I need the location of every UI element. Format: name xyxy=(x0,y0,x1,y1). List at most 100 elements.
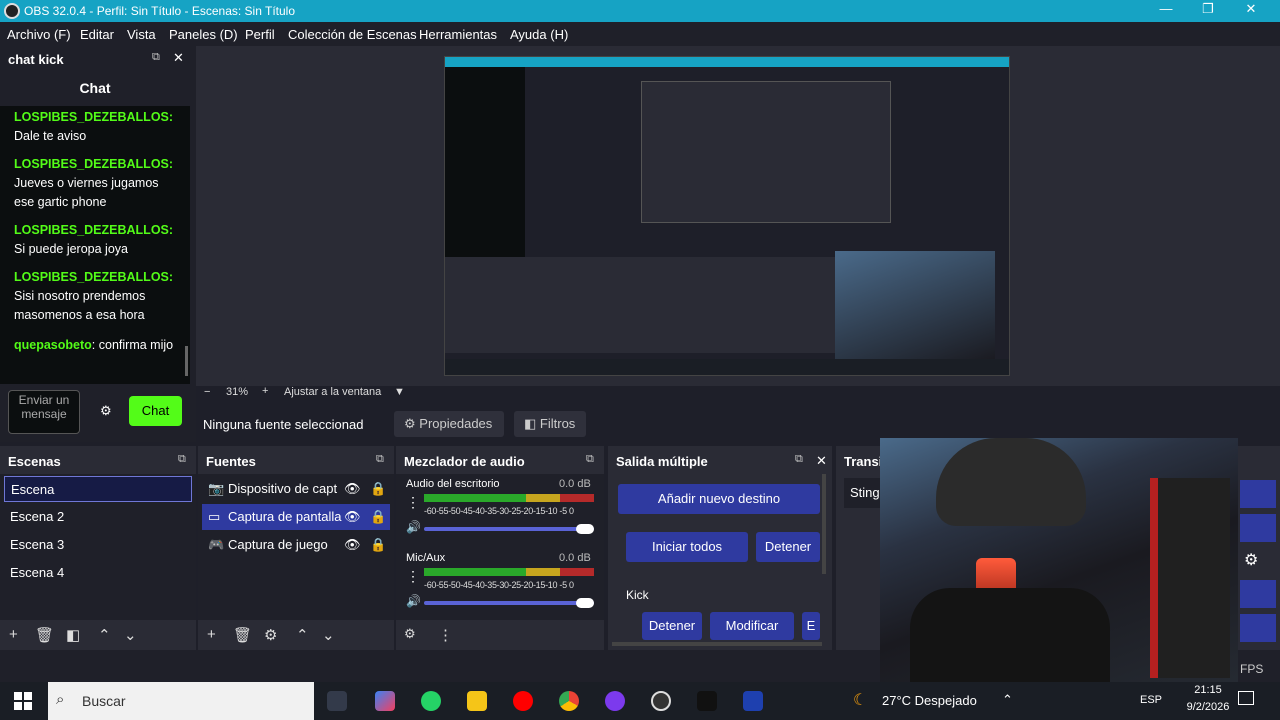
scrollbar[interactable] xyxy=(822,474,826,574)
discord-icon[interactable] xyxy=(605,691,625,711)
trash-icon[interactable]: 🗑 xyxy=(233,626,252,644)
chevron-up-icon[interactable]: ⌃ xyxy=(1002,692,1013,708)
volume-fader[interactable] xyxy=(424,524,594,534)
undock-icon[interactable]: ⧉ xyxy=(152,51,160,64)
gear-icon[interactable]: ⚙ xyxy=(264,626,277,644)
mixer-channels: Audio del escritorio 0.0 dB ⋮ -60-55-50-… xyxy=(396,474,604,620)
more-vert-icon[interactable]: ⋮ xyxy=(438,626,453,644)
undock-icon[interactable]: ⧉ xyxy=(795,453,803,466)
more-vert-icon[interactable]: ⋮ xyxy=(406,568,420,585)
menu-editar[interactable]: Editar xyxy=(80,27,114,42)
language-indicator[interactable]: ESP xyxy=(1140,694,1162,706)
undock-icon[interactable]: ⧉ xyxy=(586,453,594,466)
move-up-icon[interactable]: ⌃ xyxy=(98,626,111,644)
menu-paneles[interactable]: Paneles (D) xyxy=(169,27,238,42)
move-down-icon[interactable]: ⌄ xyxy=(124,626,137,644)
trash-icon[interactable]: 🗑 xyxy=(35,626,54,644)
chat-text: confirma mijo xyxy=(98,338,174,352)
undock-icon[interactable]: ⧉ xyxy=(376,453,384,466)
stop-all-button[interactable]: Detener xyxy=(756,532,820,562)
menu-coleccion-escenas[interactable]: Colección de Escenas xyxy=(288,27,417,42)
menu-ayuda[interactable]: Ayuda (H) xyxy=(510,27,568,42)
source-item[interactable]: ▭ Captura de pantalla 👁 🔒 xyxy=(202,504,390,530)
eye-icon[interactable]: 👁 xyxy=(344,532,361,558)
close-button[interactable]: ✕ xyxy=(1241,1,1261,17)
clock-time[interactable]: 21:15 xyxy=(1180,684,1236,696)
filter-icon[interactable]: ◧ xyxy=(66,626,80,644)
scene-item[interactable]: Escena 4 xyxy=(4,560,192,586)
weather-text[interactable]: 27°C Despejado xyxy=(882,693,977,708)
windows-start-icon[interactable] xyxy=(14,692,32,710)
chair-shape xyxy=(1150,478,1230,678)
menu-herramientas[interactable]: Herramientas xyxy=(419,27,497,42)
gear-icon[interactable]: ⚙ xyxy=(1244,550,1258,570)
chat-message: LOSPIBES_DEZEBALLOS: Dale te aviso xyxy=(14,108,174,146)
audio-app-icon[interactable] xyxy=(697,691,717,711)
minimize-button[interactable]: — xyxy=(1156,1,1176,16)
scene-item[interactable]: Escena 3 xyxy=(4,532,192,558)
add-icon[interactable]: + xyxy=(9,626,18,643)
source-item[interactable]: 📷 Dispositivo de capt 👁 🔒 xyxy=(202,476,390,502)
maximize-button[interactable]: ❐ xyxy=(1198,1,1218,17)
close-dock-icon[interactable]: ✕ xyxy=(173,50,184,66)
eye-icon[interactable]: 👁 xyxy=(344,504,361,530)
more-vert-icon[interactable]: ⋮ xyxy=(406,494,420,511)
chevron-down-icon[interactable]: ▼ xyxy=(394,386,405,398)
fader-handle[interactable] xyxy=(576,524,594,534)
task-view-icon[interactable] xyxy=(327,691,347,711)
transition-button[interactable] xyxy=(1240,514,1276,542)
chat-send-button[interactable]: Chat xyxy=(129,396,182,426)
move-down-icon[interactable]: ⌄ xyxy=(322,626,335,644)
scene-item[interactable]: Escena 2 xyxy=(4,504,192,530)
transition-select[interactable]: Stinge xyxy=(844,478,884,508)
youtube-icon[interactable] xyxy=(513,691,533,711)
menu-vista[interactable]: Vista xyxy=(127,27,156,42)
obs-taskbar-icon[interactable] xyxy=(651,691,671,711)
copilot-icon[interactable] xyxy=(375,691,395,711)
preview-canvas[interactable] xyxy=(444,56,1010,376)
transition-button[interactable] xyxy=(1240,580,1276,608)
scene-item[interactable]: Escena xyxy=(4,476,192,502)
search-icon: ⌕ xyxy=(56,691,65,708)
fader-handle[interactable] xyxy=(576,598,594,608)
chat-scrollbar[interactable] xyxy=(185,346,188,376)
move-up-icon[interactable]: ⌃ xyxy=(296,626,309,644)
lock-icon[interactable]: 🔒 xyxy=(370,476,386,502)
whatsapp-icon[interactable] xyxy=(421,691,441,711)
h-scrollbar[interactable] xyxy=(612,642,822,646)
filters-button[interactable]: ◧ Filtros xyxy=(514,411,586,437)
modify-target-button[interactable]: Modificar xyxy=(710,612,794,640)
zoom-out-button[interactable]: − xyxy=(204,386,210,398)
stop-target-button[interactable]: Detener xyxy=(642,612,702,640)
notifications-icon[interactable] xyxy=(1238,691,1254,705)
start-all-button[interactable]: Iniciar todos xyxy=(626,532,748,562)
clock-date[interactable]: 9/2/2026 xyxy=(1180,701,1236,713)
zoom-in-button[interactable]: + xyxy=(262,385,268,397)
undock-icon[interactable]: ⧉ xyxy=(178,453,186,466)
transition-button[interactable] xyxy=(1240,480,1276,508)
properties-button[interactable]: ⚙ Propiedades xyxy=(394,411,504,437)
eye-icon[interactable]: 👁 xyxy=(344,476,361,502)
source-item[interactable]: 🎮 Captura de juego 👁 🔒 xyxy=(202,532,390,558)
speaker-icon[interactable]: 🔊 xyxy=(406,594,421,608)
add-icon[interactable]: + xyxy=(207,626,216,643)
menu-perfil[interactable]: Perfil xyxy=(245,27,275,42)
menu-archivo[interactable]: Archivo (F) xyxy=(7,27,71,42)
nested-webcam xyxy=(835,251,995,361)
close-icon[interactable]: ✕ xyxy=(816,453,827,469)
chat-settings-icon[interactable]: ⚙ xyxy=(100,403,112,419)
chat-message-input[interactable]: Enviar un mensaje xyxy=(8,390,80,434)
file-explorer-icon[interactable] xyxy=(467,691,487,711)
lock-icon[interactable]: 🔒 xyxy=(370,504,387,530)
more-button[interactable]: E xyxy=(802,612,820,640)
add-destination-button[interactable]: Añadir nuevo destino xyxy=(618,484,820,514)
speaker-icon[interactable]: 🔊 xyxy=(406,520,421,534)
volume-fader[interactable] xyxy=(424,598,594,608)
chrome-icon[interactable] xyxy=(559,691,579,711)
transition-button[interactable] xyxy=(1240,614,1276,642)
zoom-fit-option[interactable]: Ajustar a la ventana xyxy=(284,386,381,398)
taskbar-search[interactable]: Buscar xyxy=(48,682,314,720)
lock-icon[interactable]: 🔒 xyxy=(370,532,386,558)
gear-icon[interactable]: ⚙ xyxy=(404,626,416,642)
app-icon[interactable] xyxy=(743,691,763,711)
